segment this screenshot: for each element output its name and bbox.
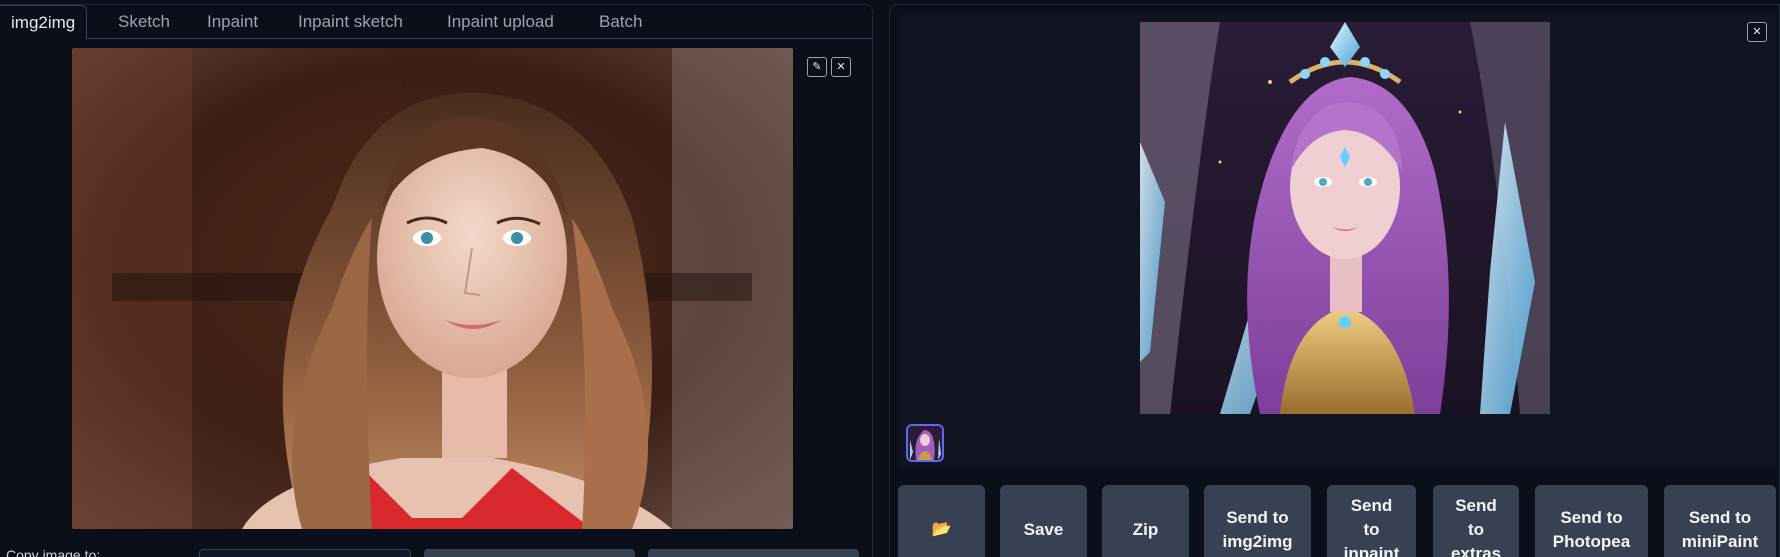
gallery-thumbnail[interactable] xyxy=(906,424,944,462)
copy-to-inpaint-button[interactable] xyxy=(424,549,635,557)
copy-to-sketch-button[interactable] xyxy=(199,549,411,557)
close-icon[interactable]: ✕ xyxy=(831,57,851,77)
generated-image[interactable] xyxy=(1140,22,1550,414)
send-to-inpaint-button[interactable]: Send to inpaint xyxy=(1327,485,1416,557)
mode-tabbar: img2img Sketch Inpaint Inpaint sketch In… xyxy=(0,5,872,40)
save-button[interactable]: Save xyxy=(1000,485,1087,557)
zip-button[interactable]: Zip xyxy=(1102,485,1189,557)
output-gallery xyxy=(898,13,1776,469)
tab-batch[interactable]: Batch xyxy=(588,5,653,39)
close-icon[interactable]: ✕ xyxy=(1747,22,1767,42)
tab-inpaint-sketch[interactable]: Inpaint sketch xyxy=(287,5,414,39)
tab-inpaint[interactable]: Inpaint xyxy=(196,5,269,39)
open-folder-button[interactable]: 📂 xyxy=(898,485,985,557)
send-to-minipaint-button[interactable]: Send to miniPaint xyxy=(1664,485,1776,557)
send-to-img2img-button[interactable]: Send to img2img xyxy=(1204,485,1311,557)
send-to-photopea-button[interactable]: Send to Photopea xyxy=(1535,485,1648,557)
tab-inpaint-upload[interactable]: Inpaint upload xyxy=(436,5,565,39)
thumbnail-image xyxy=(908,426,942,460)
app-root: img2img Sketch Inpaint Inpaint sketch In… xyxy=(0,0,1780,557)
copy-image-label: Copy image to: xyxy=(6,547,101,557)
image-tools: ✎ ✕ xyxy=(807,57,851,77)
tab-sketch[interactable]: Sketch xyxy=(107,5,181,39)
pencil-icon[interactable]: ✎ xyxy=(807,57,827,77)
input-image-canvas[interactable] xyxy=(72,48,793,529)
folder-icon: 📂 xyxy=(931,521,952,538)
generated-portrait-image xyxy=(1140,22,1550,414)
tab-img2img[interactable]: img2img xyxy=(0,5,88,40)
send-to-extras-button[interactable]: Send to extras xyxy=(1433,485,1519,557)
output-panel: ✕ 📂 Save Zip Send to img2img Send to inp… xyxy=(889,4,1780,557)
copy-to-inpaint-sketch-button[interactable] xyxy=(648,549,859,557)
img2img-input-panel: img2img Sketch Inpaint Inpaint sketch In… xyxy=(0,4,873,557)
input-portrait-image xyxy=(72,48,793,529)
